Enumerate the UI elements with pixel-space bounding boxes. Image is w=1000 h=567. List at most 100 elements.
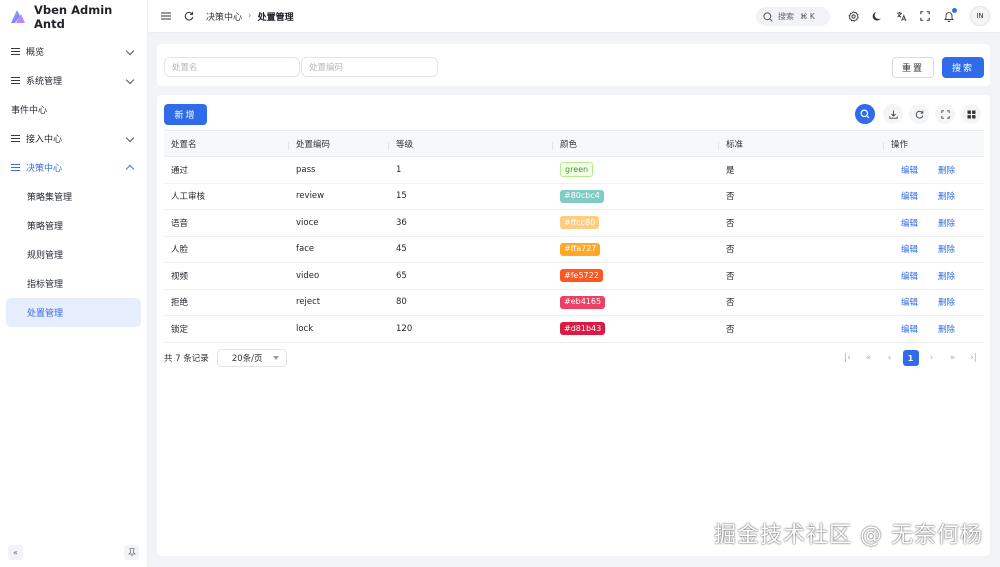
double-chevron-left-icon: « [13,548,18,557]
sidebar-item-system[interactable]: 系统管理 [0,66,147,95]
collapse-sidebar-button[interactable]: « [8,545,23,560]
table-body: 通过 pass 1 green 是编辑 删除 人工审核 review 15 #80cbc4 否编辑删… [164,157,984,343]
column-header: 等级 [389,138,553,150]
cell-standard: 否 [726,271,735,282]
refresh-icon[interactable] [182,9,196,23]
pin-sidebar-button[interactable] [124,545,139,560]
settings-gear-icon[interactable] [846,9,860,23]
cell-level: 45 [396,244,407,255]
edit-link[interactable]: 编辑 [901,217,918,229]
global-search[interactable]: 搜索 ⌘ K [756,7,830,26]
breadcrumb-item[interactable]: 决策中心 [206,10,242,23]
sidebar-subitem-label: 处置管理 [27,309,64,319]
cell-code: lock [296,323,314,334]
sidebar-item-events[interactable]: 事件中心 [0,95,147,124]
brand[interactable]: Vben Admin Antd [0,0,147,33]
sidebar-subitem-metrics[interactable]: 指标管理 [6,269,141,298]
sidebar-item-decision[interactable]: 决策中心 [0,153,147,182]
sidebar-subitem-disposal[interactable]: 处置管理 [6,298,141,327]
breadcrumb: 决策中心 › 处置管理 [206,10,294,23]
column-header: 颜色 [553,138,719,150]
fullscreen-icon[interactable] [918,9,932,23]
sidebar-subitem-label: 指标管理 [27,280,64,290]
column-settings-button[interactable] [961,104,981,124]
cell-name: 通过 [171,165,189,176]
reload-button[interactable] [909,104,929,124]
moon-icon[interactable] [870,9,884,23]
delete-link[interactable]: 删除 [938,323,955,335]
search-button[interactable]: 搜索 [942,57,984,78]
avatar[interactable]: IN [970,6,990,26]
next-group-icon[interactable]: » [942,349,963,367]
cell-standard: 否 [726,218,735,229]
table-row: 锁定 lock 120 #d81b43 否 编辑 删除 [164,316,984,343]
edit-link[interactable]: 编辑 [901,190,918,202]
chevron-up-icon [125,164,135,174]
prev-page-icon[interactable]: ‹ [879,349,900,367]
table-row: 语音 vioce 36 #ffcc80 否 编辑 删除 [164,210,984,237]
cell-name: 拒绝 [171,298,189,309]
disposal-name-input[interactable]: 处置名 [164,57,300,77]
last-page-icon[interactable]: ›| [963,349,984,367]
sidebar-subitem-strategy-set[interactable]: 策略集管理 [6,182,141,211]
sidebar-subitem-strategy[interactable]: 策略管理 [6,211,141,240]
notification-dot [952,8,957,13]
cell-color: #ffa727 [553,242,719,256]
reset-button[interactable]: 重置 [892,57,934,78]
edit-link[interactable]: 编辑 [901,296,918,308]
page-size-select[interactable]: 20条/页 [216,349,287,367]
next-page-icon[interactable]: › [921,349,942,367]
sidebar-item-access[interactable]: 接入中心 [0,124,147,153]
pagination: 共 7 条记录 20条/页 |‹ « ‹ 1 › » ›| [164,349,984,367]
cell-name: 人脸 [171,245,189,256]
cell-name: 锁定 [171,324,189,335]
delete-link[interactable]: 删除 [938,217,955,229]
cell-level: 65 [396,270,407,281]
color-tag: green [560,162,594,178]
cell-code: video [296,270,320,281]
delete-link[interactable]: 删除 [938,164,955,176]
delete-link[interactable]: 删除 [938,190,955,202]
bell-icon[interactable] [942,8,957,23]
delete-link[interactable]: 删除 [938,296,955,308]
sidebar-item-label: 概览 [26,48,45,58]
page-number-current[interactable]: 1 [902,350,919,366]
sidebar-item-overview[interactable]: 概览 [0,37,147,66]
chevron-down-icon [125,133,135,143]
sidebar-subitem-label: 策略管理 [27,222,64,232]
sidebar-subitem-rules[interactable]: 规则管理 [6,240,141,269]
column-header: 标准 [719,138,884,150]
menu-toggle-icon[interactable] [159,9,173,23]
vben-logo-icon [9,8,27,26]
edit-link[interactable]: 编辑 [901,270,918,282]
color-tag: #d81b43 [560,322,606,336]
cell-name: 视频 [171,271,189,282]
first-page-icon[interactable]: |‹ [837,349,858,367]
total-records: 共 7 条记录 [164,354,209,364]
search-icon [860,109,870,119]
disposal-code-input[interactable]: 处置编码 [301,57,438,77]
disposal-table-card: 新增 处置名 处置编码 等级 颜色 标准 操作 通过 pass 1 green 是编辑删… [157,95,990,556]
expand-icon [940,109,950,119]
watermark: 掘金技术社区 @ 无奈何杨 [714,523,983,548]
export-button[interactable] [883,104,903,124]
edit-link[interactable]: 编辑 [901,323,918,335]
page-size-value: 20条/页 [231,354,263,364]
filter-form: 处置名 处置编码 重置 搜索 [157,44,990,86]
prev-group-icon[interactable]: « [858,349,879,367]
translate-icon[interactable] [894,9,908,23]
toggle-search-button[interactable] [855,104,875,124]
header-actions: IN [846,6,990,26]
fullscreen-button[interactable] [935,104,955,124]
menu-icon [11,47,21,56]
add-button[interactable]: 新增 [164,104,207,125]
delete-link[interactable]: 删除 [938,243,955,255]
download-icon [888,110,898,119]
edit-link[interactable]: 编辑 [901,243,918,255]
delete-link[interactable]: 删除 [938,270,955,282]
table-row: 人工审核 review 15 #80cbc4 否 编辑 删除 [164,184,984,210]
caret-down-icon [272,356,279,360]
edit-link[interactable]: 编辑 [901,164,918,176]
cell-standard: 否 [726,298,735,309]
cell-level: 120 [396,323,413,334]
